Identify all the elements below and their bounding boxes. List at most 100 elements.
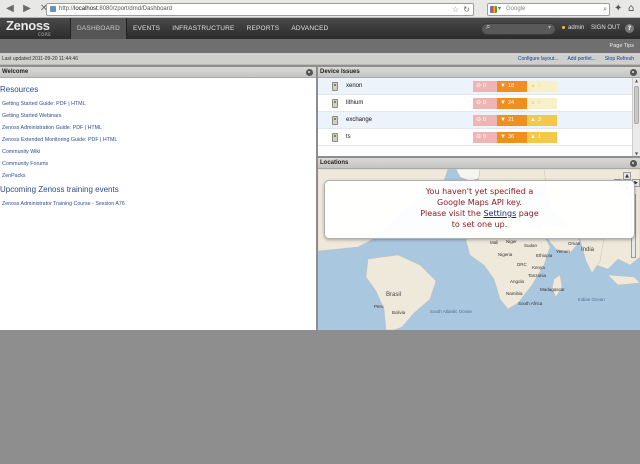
tab-infrastructure[interactable]: INFRASTRUCTURE bbox=[166, 18, 240, 39]
bookmark-star-icon[interactable]: ☆ bbox=[452, 4, 459, 15]
page-tips-bar: Page Tips bbox=[0, 39, 640, 53]
user-menu[interactable]: admin bbox=[562, 18, 584, 39]
app-search-input[interactable]: ⌕ ▾ bbox=[481, 22, 556, 35]
logo-subtext: CORE bbox=[38, 32, 52, 37]
gear-icon[interactable] bbox=[306, 69, 313, 76]
link-extended-monitoring-guide[interactable]: Zenoss Extended Monitoring Guide: PDF | … bbox=[2, 137, 117, 143]
critical-count[interactable]: ⊖ 0 bbox=[473, 132, 497, 143]
locations-header: Locations bbox=[318, 158, 640, 169]
home-icon[interactable]: ⌂ bbox=[628, 3, 634, 14]
message-line-2: Google Maps API key. bbox=[437, 198, 522, 207]
device-issues-header: Device Issues bbox=[318, 67, 640, 78]
forward-icon[interactable]: ▶ bbox=[20, 2, 34, 16]
link-zenpacks[interactable]: ZenPacks bbox=[2, 173, 26, 179]
scroll-thumb[interactable] bbox=[634, 86, 639, 124]
user-status-icon bbox=[562, 25, 565, 29]
back-icon[interactable]: ◀ bbox=[3, 2, 17, 16]
table-row[interactable]: ts ⊖ 0 ▼ 36 ▲ 1 bbox=[318, 129, 632, 146]
device-name[interactable]: lithium bbox=[346, 100, 363, 106]
url-path: :8080/zport/dmd/Dashboard bbox=[97, 6, 173, 12]
world-map[interactable]: Brasil Peru Bolivia Mali Niger Nigeria S… bbox=[318, 169, 640, 330]
warning-count[interactable]: ▲ 0 bbox=[527, 81, 557, 92]
server-icon bbox=[332, 99, 338, 108]
link-getting-started-webinars[interactable]: Getting Started Webinars bbox=[2, 113, 61, 119]
browser-search-input[interactable]: ▾ Google ⌕ bbox=[487, 3, 610, 16]
gear-icon[interactable] bbox=[630, 69, 637, 76]
critical-count[interactable]: ⊖ 0 bbox=[473, 115, 497, 126]
device-name[interactable]: ts bbox=[346, 134, 351, 140]
error-icon: ▼ bbox=[500, 117, 506, 123]
signout-link[interactable]: SIGN OUT bbox=[591, 18, 620, 39]
chevron-down-icon[interactable]: ▾ bbox=[548, 24, 551, 31]
device-issues-scrollbar[interactable]: ▲ ▼ bbox=[632, 78, 640, 156]
link-admin-guide[interactable]: Zenoss Administration Guide: PDF | HTML bbox=[2, 125, 102, 131]
error-count[interactable]: ▼ 18 bbox=[497, 81, 527, 92]
table-row[interactable]: exchange ⊖ 0 ▼ 21 ▲ 3 bbox=[318, 112, 632, 129]
map-label-kenya: Kenya bbox=[532, 265, 545, 270]
map-label-ethiopia: Ethiopia bbox=[536, 253, 553, 258]
help-icon[interactable]: ? bbox=[625, 24, 634, 33]
map-label-india: India bbox=[581, 247, 595, 253]
url-bar[interactable]: http://localhost:8080/zport/dmd/Dashboar… bbox=[46, 3, 474, 16]
critical-value: 0 bbox=[483, 134, 487, 140]
map-pan-up-icon[interactable]: ▲ bbox=[623, 172, 631, 180]
dashboard-actions: Configure layout... Add portlet... Stop … bbox=[518, 56, 634, 62]
table-row[interactable]: xenon ⊖ 0 ▼ 18 ▲ 0 bbox=[318, 78, 632, 95]
link-community-forums[interactable]: Community Forums bbox=[2, 161, 48, 167]
warning-icon: ▲ bbox=[530, 100, 536, 106]
zenoss-logo[interactable]: Zenoss CORE bbox=[6, 19, 66, 38]
add-portlet-link[interactable]: Add portlet... bbox=[567, 56, 595, 62]
link-training-course[interactable]: Zenoss Administrator Training Course - S… bbox=[2, 201, 125, 207]
stop-refresh-link[interactable]: Stop Refresh bbox=[605, 56, 634, 62]
google-icon bbox=[490, 6, 497, 13]
device-name[interactable]: exchange bbox=[346, 117, 372, 123]
scroll-up-icon[interactable]: ▲ bbox=[634, 78, 639, 83]
page-tips-link[interactable]: Page Tips bbox=[610, 43, 634, 49]
tab-events[interactable]: EVENTS bbox=[127, 18, 166, 39]
map-label-niger: Niger bbox=[506, 239, 517, 244]
critical-value: 0 bbox=[483, 100, 487, 106]
link-getting-started-guide[interactable]: Getting Started Guide: PDF | HTML bbox=[2, 101, 86, 107]
critical-icon: ⊖ bbox=[476, 117, 482, 123]
addon-icon[interactable]: ✦ bbox=[614, 3, 622, 14]
reload-icon[interactable]: ↻ bbox=[463, 4, 470, 15]
device-name[interactable]: xenon bbox=[346, 83, 362, 89]
dashboard-toolbar: Last updated 2011-09-20 11:44:46 Configu… bbox=[0, 53, 640, 65]
server-icon bbox=[332, 82, 338, 91]
locations-portlet: Locations Brasil Peru Bolivia Mali Niger… bbox=[318, 158, 640, 330]
map-label-sudan: Sudan bbox=[524, 243, 538, 248]
search-engine-caret-icon[interactable]: ▾ bbox=[498, 4, 501, 15]
server-icon bbox=[332, 133, 338, 142]
critical-icon: ⊖ bbox=[476, 134, 482, 140]
error-count[interactable]: ▼ 21 bbox=[497, 115, 527, 126]
tab-reports[interactable]: REPORTS bbox=[241, 18, 286, 39]
link-community-wiki[interactable]: Community Wiki bbox=[2, 149, 40, 155]
error-value: 21 bbox=[507, 117, 515, 123]
scroll-down-icon[interactable]: ▼ bbox=[634, 151, 639, 156]
error-value: 24 bbox=[507, 100, 515, 106]
warning-count[interactable]: ▲ 0 bbox=[527, 98, 557, 109]
map-label-drc: DRC bbox=[517, 262, 527, 267]
critical-value: 0 bbox=[483, 117, 487, 123]
warning-icon: ▲ bbox=[530, 117, 536, 123]
search-icon[interactable]: ⌕ bbox=[603, 4, 607, 15]
table-row[interactable]: lithium ⊖ 0 ▼ 24 ▲ 0 bbox=[318, 95, 632, 112]
tab-dashboard[interactable]: DASHBOARD bbox=[70, 18, 127, 39]
welcome-header: Welcome bbox=[0, 67, 316, 78]
map-label-madagascar: Madagascar bbox=[540, 287, 565, 292]
critical-count[interactable]: ⊖ 0 bbox=[473, 81, 497, 92]
map-label-tanzania: Tanzania bbox=[528, 273, 547, 278]
gear-icon[interactable] bbox=[630, 160, 637, 167]
settings-link[interactable]: Settings bbox=[483, 209, 516, 218]
last-updated-text: Last updated 2011-09-20 11:44:46 bbox=[2, 56, 78, 62]
error-count[interactable]: ▼ 36 bbox=[497, 132, 527, 143]
warning-count[interactable]: ▲ 3 bbox=[527, 115, 557, 126]
warning-value: 0 bbox=[537, 100, 542, 106]
error-count[interactable]: ▼ 24 bbox=[497, 98, 527, 109]
map-label-peru: Peru bbox=[374, 304, 384, 309]
warning-count[interactable]: ▲ 1 bbox=[527, 132, 557, 143]
critical-count[interactable]: ⊖ 0 bbox=[473, 98, 497, 109]
configure-layout-link[interactable]: Configure layout... bbox=[518, 56, 559, 62]
tab-advanced[interactable]: ADVANCED bbox=[285, 18, 334, 39]
warning-icon: ▲ bbox=[530, 83, 536, 89]
